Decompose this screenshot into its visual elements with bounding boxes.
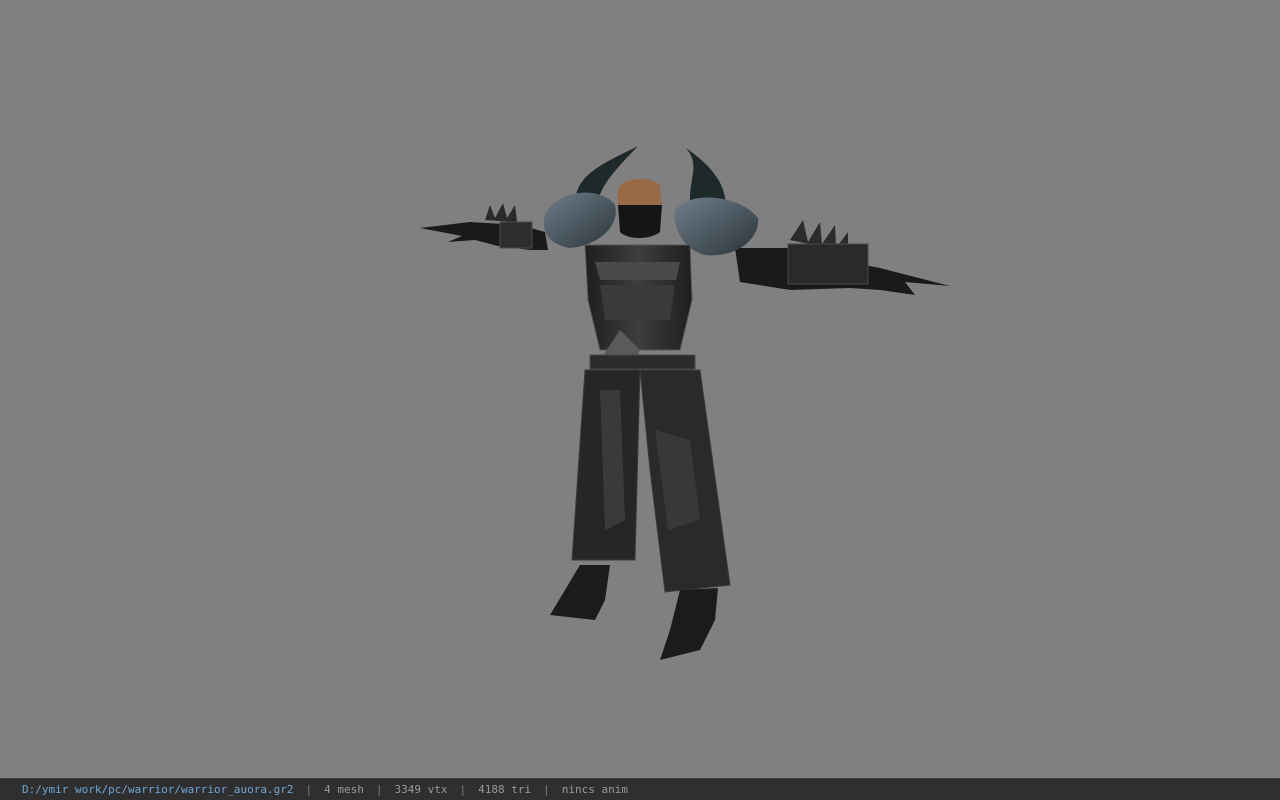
triangle-count: 4188 tri xyxy=(478,783,532,796)
model-viewport[interactable] xyxy=(0,0,1280,778)
separator: | xyxy=(375,783,383,796)
warrior-model xyxy=(420,146,950,660)
file-path: D:/ymir work/pc/warrior/warrior_auora.gr… xyxy=(22,783,294,796)
separator: | xyxy=(543,783,550,796)
left-arm xyxy=(420,203,548,250)
mesh-count: 4 mesh xyxy=(324,783,364,796)
vertex-count: 3349 vtx xyxy=(394,783,448,796)
separator: | xyxy=(305,783,313,796)
animation-status: nincs anim xyxy=(561,783,628,796)
head xyxy=(618,178,662,238)
right-arm xyxy=(735,220,950,295)
status-bar: D:/ymir work/pc/warrior/warrior_auora.gr… xyxy=(0,778,1280,800)
separator: | xyxy=(459,783,467,796)
legs xyxy=(550,369,731,660)
